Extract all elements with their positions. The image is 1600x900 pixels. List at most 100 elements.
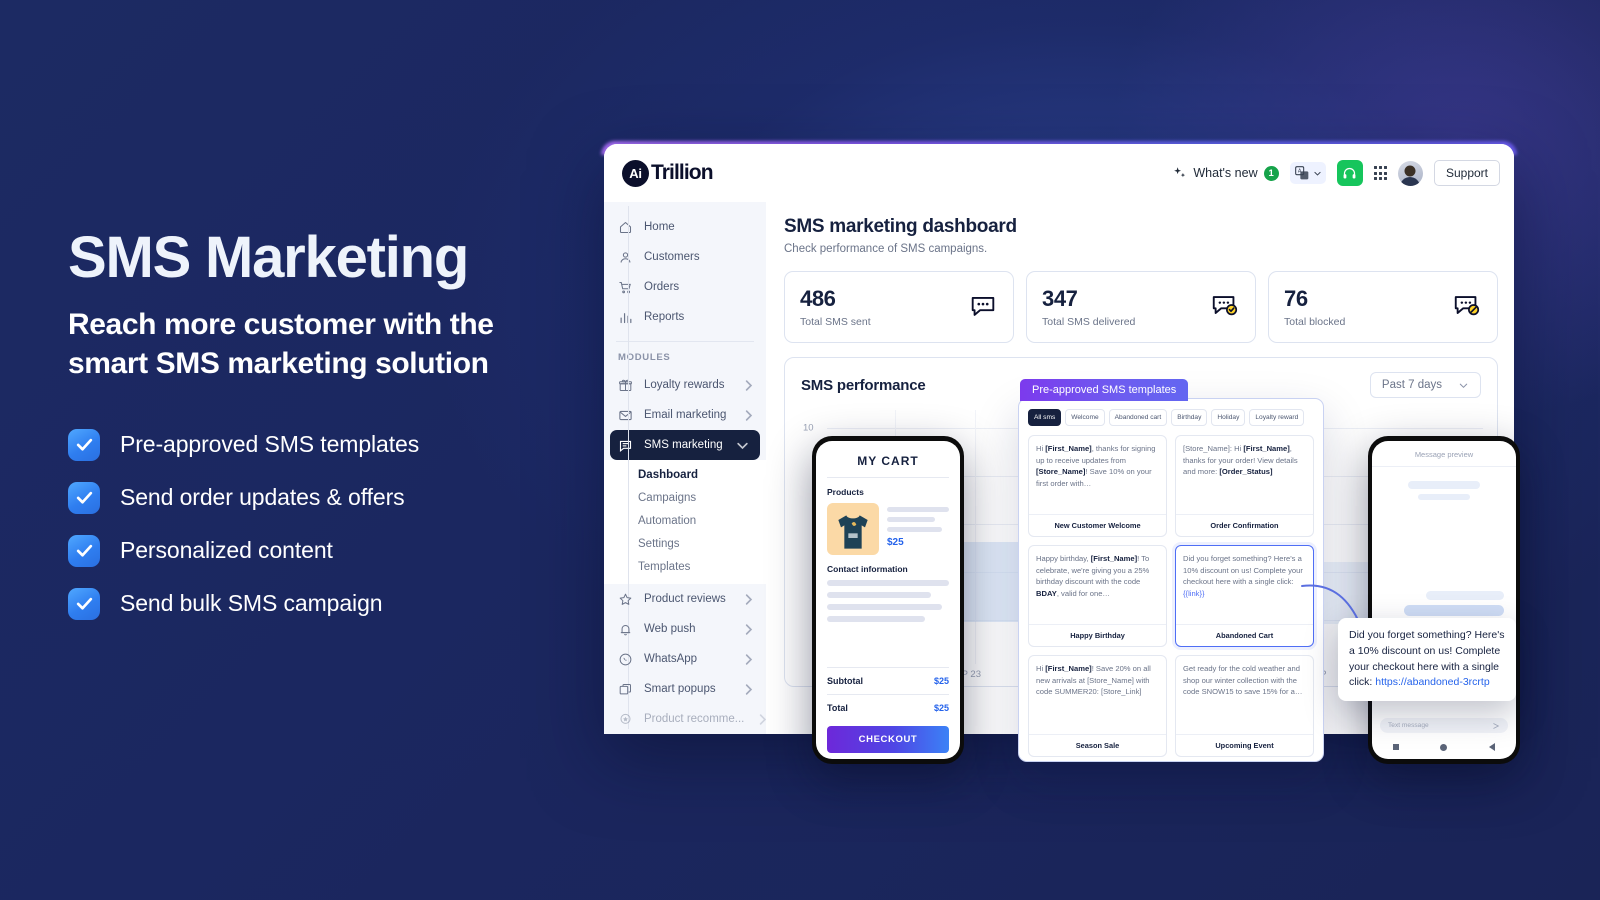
support-headset-button[interactable]: [1336, 160, 1363, 186]
submenu-item-automation[interactable]: Automation: [604, 509, 766, 532]
home-nav-icon[interactable]: [1440, 743, 1448, 751]
template-card-happy-birthday[interactable]: Happy birthday, [First_Name]! To celebra…: [1028, 545, 1167, 647]
sparkle-icon: [1174, 166, 1186, 177]
placeholder-line: [827, 604, 943, 610]
template-category-tabs: All sms Welcome Abandoned cart Birthday …: [1028, 409, 1314, 426]
feature-list: Pre-approved SMS templates Send order up…: [68, 428, 568, 620]
template-body: Hi [First_Name]! Save 20% on all new arr…: [1036, 664, 1151, 697]
stat-card-total-sms-delivered: 347 Total SMS delivered: [1026, 271, 1256, 343]
stat-card-total-sms-sent: 486 Total SMS sent: [784, 271, 1014, 343]
app-topbar: Ai Trillion What's new 1 A Support: [604, 144, 1514, 202]
tab-welcome[interactable]: Welcome: [1065, 409, 1105, 426]
tab-all-sms[interactable]: All sms: [1028, 409, 1062, 426]
chevron-down-icon: [1459, 383, 1468, 388]
preview-skeleton-top: [1372, 467, 1516, 500]
logo[interactable]: Ai Trillion: [622, 159, 714, 187]
template-card-order-confirmation[interactable]: [Store_Name]: Hi [First_Name], thanks fo…: [1175, 435, 1314, 537]
tab-abandoned-cart[interactable]: Abandoned cart: [1108, 409, 1168, 426]
text-message-input[interactable]: Text message: [1380, 718, 1508, 733]
cart-summary: Subtotal $25 Total $25 CHECKOUT: [816, 667, 960, 753]
submenu-item-templates[interactable]: Templates: [604, 555, 766, 578]
chat-check-icon: [1210, 290, 1240, 325]
checkout-button[interactable]: CHECKOUT: [827, 726, 949, 753]
avatar[interactable]: [1397, 160, 1423, 186]
translate-icon: A: [1294, 166, 1308, 180]
template-card-abandoned-cart[interactable]: Did you forget something? Here's a 10% d…: [1175, 545, 1314, 647]
bell-icon: [620, 624, 631, 635]
support-button[interactable]: Support: [1433, 160, 1500, 186]
sidebar-item-whatsapp[interactable]: WhatsApp: [604, 644, 766, 674]
stat-cards: 486 Total SMS sent 347 Total SMS deliver…: [784, 271, 1498, 343]
input-placeholder: Text message: [1388, 722, 1429, 729]
feature-label: Send order updates & offers: [120, 484, 405, 511]
sidebar-item-label: Home: [644, 221, 675, 233]
template-name: Season Sale: [1029, 734, 1166, 756]
sidebar-item-smart-popups[interactable]: Smart popups: [604, 674, 766, 704]
dashboard-subtitle: Check performance of SMS campaigns.: [784, 243, 988, 255]
performance-title: SMS performance: [801, 376, 926, 394]
whats-new-button[interactable]: What's new 1: [1172, 165, 1279, 181]
template-body: Hi [First_Name], thanks for signing up t…: [1036, 444, 1156, 488]
sidebar-item-product-recommendations[interactable]: Product recomme...: [604, 704, 766, 734]
message-preview-phone-mockup: Message preview Text message: [1368, 436, 1520, 764]
submenu-item-settings[interactable]: Settings: [604, 532, 766, 555]
sidebar-item-label: Web push: [644, 623, 696, 635]
template-name: Abandoned Cart: [1176, 624, 1313, 646]
template-card-upcoming-event[interactable]: Get ready for the cold weather and shop …: [1175, 655, 1314, 757]
feature-label: Personalized content: [120, 537, 333, 564]
stat-value: 347: [1042, 286, 1078, 311]
sidebar: Home Customers Orders Reports MODULES Lo…: [604, 202, 766, 734]
language-switcher[interactable]: A: [1289, 162, 1326, 184]
sidebar-item-sms-marketing[interactable]: SMS marketing: [610, 430, 760, 460]
stat-value: 486: [800, 286, 836, 311]
user-icon: [620, 251, 631, 263]
product-image: [827, 503, 879, 555]
callout-link[interactable]: https://abandoned-3rcrtp: [1375, 676, 1489, 688]
template-card-new-customer-welcome[interactable]: Hi [First_Name], thanks for signing up t…: [1028, 435, 1167, 537]
template-card-grid: Hi [First_Name], thanks for signing up t…: [1028, 435, 1314, 757]
chevron-down-icon: [737, 442, 748, 449]
check-icon: [68, 534, 100, 567]
template-card-season-sale[interactable]: Hi [First_Name]! Save 20% on all new arr…: [1028, 655, 1167, 757]
chevron-right-icon: [745, 593, 753, 605]
list-item: Send order updates & offers: [68, 481, 568, 514]
hero-section: SMS Marketing Reach more customer with t…: [68, 227, 568, 641]
chat-dots-icon: [968, 290, 998, 325]
sidebar-item-web-push[interactable]: Web push: [604, 614, 766, 644]
placeholder-line: [827, 580, 949, 586]
sidebar-item-product-reviews[interactable]: Product reviews: [604, 584, 766, 614]
pre-approved-templates-panel: All sms Welcome Abandoned cart Birthday …: [1018, 398, 1324, 762]
submenu-item-campaigns[interactable]: Campaigns: [604, 486, 766, 509]
check-icon: [68, 428, 100, 461]
chevron-right-icon: [760, 713, 766, 725]
chevron-right-icon: [745, 409, 753, 421]
y-axis-tick: 10: [803, 422, 814, 434]
placeholder-line: [827, 616, 925, 622]
stat-card-total-blocked: 76 Total blocked: [1268, 271, 1498, 343]
bar-chart-icon: [620, 312, 632, 323]
stat-label: Total blocked: [1284, 316, 1346, 328]
cart-icon: [619, 281, 631, 293]
envelope-icon: [619, 410, 632, 420]
back-nav-icon[interactable]: [1489, 743, 1496, 751]
gridline-vertical: [975, 410, 976, 664]
list-item: Pre-approved SMS templates: [68, 428, 568, 461]
chevron-right-icon: [745, 653, 753, 665]
send-icon: [1493, 722, 1500, 729]
sidebar-item-label: Customers: [644, 251, 700, 263]
total-label: Total: [827, 703, 848, 713]
date-range-dropdown[interactable]: Past 7 days: [1369, 372, 1481, 398]
phone-screen: Message preview Text message: [1372, 441, 1516, 759]
tab-holiday[interactable]: Holiday: [1211, 409, 1246, 426]
stat-label: Total SMS sent: [800, 316, 871, 328]
list-item: Personalized content: [68, 534, 568, 567]
submenu-item-dashboard[interactable]: Dashboard: [604, 463, 766, 486]
tab-birthday[interactable]: Birthday: [1171, 409, 1208, 426]
date-range-value: Past 7 days: [1381, 379, 1442, 391]
square-nav-icon[interactable]: [1392, 744, 1399, 750]
stat-label: Total SMS delivered: [1042, 316, 1136, 328]
tab-loyalty-reward[interactable]: Loyalty reward: [1249, 409, 1305, 426]
subtotal-label: Subtotal: [827, 676, 863, 686]
recommend-icon: [620, 713, 631, 724]
apps-grid-icon[interactable]: [1373, 166, 1387, 180]
